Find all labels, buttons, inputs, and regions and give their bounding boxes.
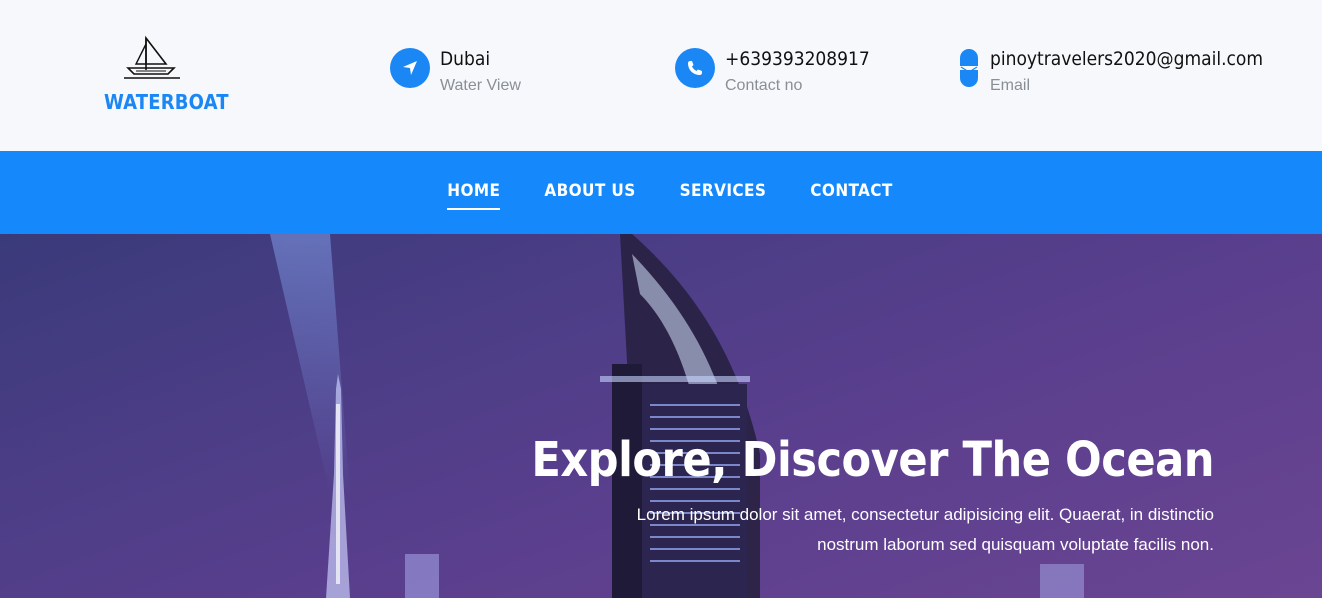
main-nav: HOME ABOUT US SERVICES CONTACT [0,151,1322,234]
hero-description: Lorem ipsum dolor sit amet, consectetur … [636,505,1214,554]
phone-subtitle: Contact no [725,77,803,94]
nav-item-services[interactable]: SERVICES [680,181,767,211]
email-address[interactable]: pinoytravelers2020@gmail.com [990,48,1263,70]
nav-list: HOME ABOUT US SERVICES CONTACT [0,151,1322,234]
location-subtitle: Water View [440,77,521,94]
nav-item-contact[interactable]: CONTACT [810,181,892,211]
brand-name: WATERBOAT [104,90,229,114]
phone-number[interactable]: +639393208917 [725,48,870,70]
email-subtitle: Email [990,77,1031,94]
location-arrow-icon [390,48,430,88]
phone-icon [675,48,715,88]
nav-item-about-us[interactable]: ABOUT US [544,181,635,211]
hero-banner: Explore, Discover The Ocean Lorem ipsum … [0,234,1322,598]
location-title: Dubai [440,48,491,70]
nav-item-home[interactable]: HOME [447,181,501,211]
brand-logo[interactable]: WATERBOAT [104,34,228,114]
sailboat-icon [124,35,180,79]
top-header: WATERBOAT Dubai Water View +639393208917… [0,0,1322,151]
hero-title: Explore, Discover The Ocean [531,432,1214,488]
email-icon [960,48,978,88]
